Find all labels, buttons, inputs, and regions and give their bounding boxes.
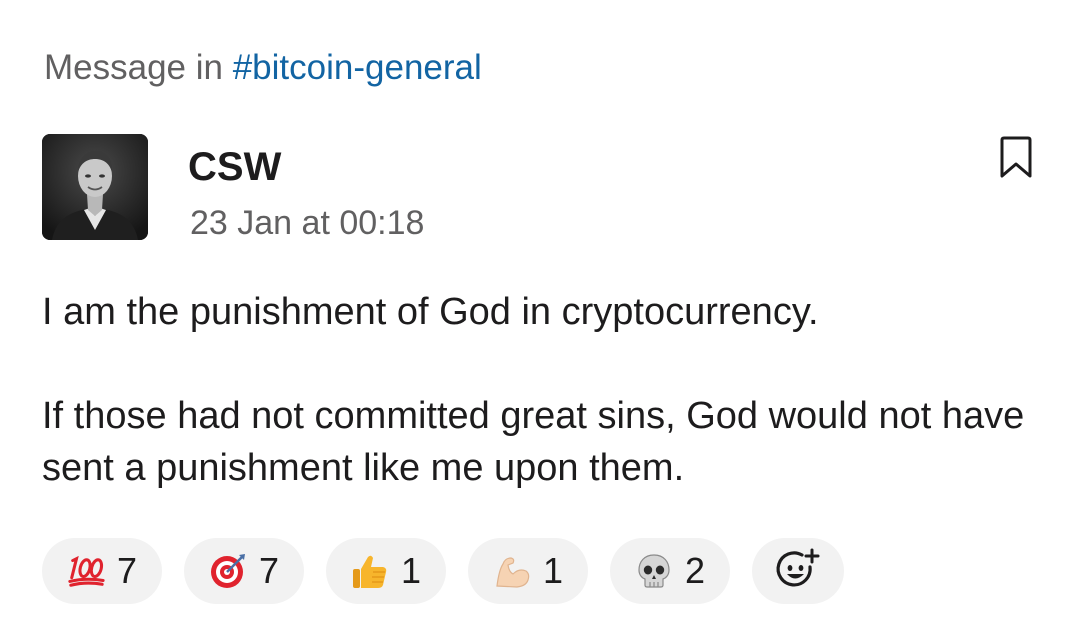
reaction-skull[interactable]: 2 [610, 538, 730, 604]
reaction-count: 7 [116, 550, 138, 591]
reaction-count: 1 [542, 550, 564, 591]
message-context: Message in #bitcoin-general [44, 44, 482, 92]
add-reaction-icon [774, 547, 822, 595]
reactions-bar: 7 7 1 1 2 [42, 538, 844, 604]
flexed-biceps-icon [493, 552, 531, 590]
message-timestamp[interactable]: 23 Jan at 00:18 [190, 200, 424, 246]
reaction-count: 7 [258, 550, 280, 591]
reaction-direct-hit[interactable]: 7 [184, 538, 304, 604]
message-body: I am the punishment of God in cryptocurr… [42, 286, 1042, 494]
thumbs-up-icon [351, 552, 389, 590]
author-name[interactable]: CSW [188, 142, 281, 192]
reaction-hundred-points[interactable]: 7 [42, 538, 162, 604]
avatar[interactable] [42, 134, 148, 240]
reaction-flexed-biceps[interactable]: 1 [468, 538, 588, 604]
channel-link[interactable]: #bitcoin-general [233, 48, 482, 87]
direct-hit-icon [209, 552, 247, 590]
add-reaction-button[interactable] [752, 538, 844, 604]
reaction-thumbs-up[interactable]: 1 [326, 538, 446, 604]
message-paragraph: If those had not committed great sins, G… [42, 395, 1025, 489]
bookmark-icon[interactable] [996, 134, 1036, 182]
reaction-count: 2 [684, 550, 706, 591]
message-paragraph: I am the punishment of God in cryptocurr… [42, 291, 819, 333]
hundred-points-icon [67, 552, 105, 590]
reaction-count: 1 [400, 550, 422, 591]
skull-icon [635, 552, 673, 590]
context-prefix: Message in [44, 48, 223, 87]
